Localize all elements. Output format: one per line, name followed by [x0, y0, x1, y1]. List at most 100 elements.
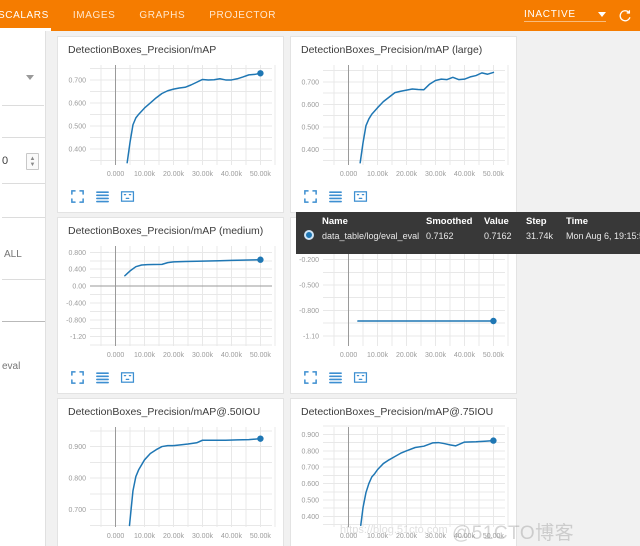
expand-chart-icon[interactable] — [70, 370, 85, 385]
horizontal-axis-divider — [2, 217, 45, 218]
chart-card-map-large[interactable]: DetectionBoxes_Precision/mAP (large) 0.7… — [290, 36, 517, 213]
svg-text:0.900: 0.900 — [301, 432, 319, 439]
expand-chart-icon[interactable] — [303, 370, 318, 385]
tooltip-cell-time: Mon Aug 6, 19:15:51 — [566, 231, 640, 241]
tooltip-series-marker — [296, 229, 322, 246]
tooltip-cell-smoothed: 0.7162 — [426, 231, 454, 241]
runs-all-label[interactable]: ALL — [4, 249, 22, 260]
svg-text:0.600: 0.600 — [301, 481, 319, 488]
tab-graphs-label: GRAPHS — [139, 10, 186, 21]
expand-chart-icon[interactable] — [303, 189, 318, 204]
svg-text:50.00k: 50.00k — [250, 171, 272, 178]
svg-text:40.00k: 40.00k — [221, 352, 243, 359]
tooltip-cell-value: 0.7162 — [484, 231, 512, 241]
svg-text:0.800: 0.800 — [68, 250, 86, 257]
svg-text:40.00k: 40.00k — [454, 352, 476, 359]
svg-text:10.00k: 10.00k — [367, 533, 389, 540]
chart-title: DetectionBoxes_Precision/mAP (large) — [301, 44, 483, 56]
svg-text:0.700: 0.700 — [68, 507, 86, 514]
tooltip-header-step: Step — [526, 216, 547, 227]
svg-text:0.500: 0.500 — [301, 124, 319, 131]
tab-graphs[interactable]: GRAPHS — [127, 0, 197, 31]
tooltip-table: Name Smoothed Value Step Time Relative d… — [296, 212, 640, 246]
chevron-down-icon — [598, 12, 606, 17]
tooltip-cell-step: 31.74k — [526, 231, 554, 241]
tooltip-data-row: data_table/log/eval_eval 0.7162 0.7162 3… — [296, 229, 640, 246]
svg-text:0.000: 0.000 — [107, 533, 125, 540]
run-state-dropdown[interactable]: INACTIVE — [524, 9, 606, 22]
fit-domain-icon[interactable] — [353, 370, 368, 385]
svg-text:0.000: 0.000 — [340, 171, 358, 178]
run-state-label: INACTIVE — [524, 9, 576, 20]
svg-text:30.00k: 30.00k — [425, 171, 447, 178]
svg-text:0.500: 0.500 — [301, 497, 319, 504]
chart-title: DetectionBoxes_Precision/mAP (medium) — [68, 225, 264, 237]
runs-filter-underline[interactable] — [2, 321, 45, 322]
expand-chart-icon[interactable] — [70, 189, 85, 204]
smoothing-value[interactable]: 0 — [2, 155, 8, 167]
svg-text:30.00k: 30.00k — [425, 533, 447, 540]
svg-text:0.00: 0.00 — [72, 284, 86, 291]
svg-text:0.400: 0.400 — [301, 147, 319, 154]
svg-text:40.00k: 40.00k — [221, 171, 243, 178]
smoothing-slider-rule[interactable] — [2, 183, 45, 184]
tab-scalars[interactable]: SCALARS — [0, 0, 61, 31]
fit-domain-icon[interactable] — [353, 189, 368, 204]
chart-plot[interactable]: 0.700 0.600 0.500 0.400 0.000 10.00k 20.00k 30.… — [58, 57, 285, 192]
chart-plot[interactable]: -0.200 -0.500 -0.800 -1.10 0.000 10.00k 20.00k… — [291, 238, 518, 373]
svg-text:20.00k: 20.00k — [163, 533, 185, 540]
chart-plot[interactable]: 0.900 0.800 0.700 0.000 10.00k 20.00k 30.00k 40… — [58, 419, 285, 546]
svg-text:0.500: 0.500 — [68, 123, 86, 130]
tab-images[interactable]: IMAGES — [61, 0, 128, 31]
svg-text:0.000: 0.000 — [107, 171, 125, 178]
chart-hover-tooltip: Name Smoothed Value Step Time Relative d… — [296, 212, 640, 254]
svg-text:0.600: 0.600 — [68, 100, 86, 107]
data-table-icon[interactable] — [328, 189, 343, 204]
left-sidebar: 0 ▲ ▼ ALL eval — [0, 31, 46, 546]
chart-toolbar — [303, 189, 368, 204]
svg-text:40.00k: 40.00k — [454, 171, 476, 178]
svg-text:0.400: 0.400 — [68, 267, 86, 274]
run-name-eval[interactable]: eval — [2, 361, 20, 372]
svg-text:10.00k: 10.00k — [134, 533, 156, 540]
tooltip-sorting-chevron-down-icon[interactable] — [26, 75, 34, 80]
tab-projector[interactable]: PROJECTOR — [197, 0, 288, 31]
chart-card-map-50iou[interactable]: DetectionBoxes_Precision/mAP@.50IOU 0.90… — [57, 398, 284, 546]
svg-text:30.00k: 30.00k — [425, 352, 447, 359]
tooltip-header-marker — [296, 212, 322, 229]
data-table-icon[interactable] — [95, 189, 110, 204]
chart-toolbar — [70, 370, 135, 385]
svg-text:40.00k: 40.00k — [454, 533, 476, 540]
chart-card-map[interactable]: DetectionBoxes_Precision/mAP 0.700 0.600 0… — [57, 36, 284, 213]
chart-plot[interactable]: 0.700 0.600 0.500 0.400 0.000 10.00k 20.00k 30.… — [291, 57, 518, 192]
fit-domain-icon[interactable] — [120, 370, 135, 385]
chart-card-map-medium[interactable]: DetectionBoxes_Precision/mAP (medium) 0.… — [57, 217, 284, 394]
svg-text:30.00k: 30.00k — [192, 352, 214, 359]
tooltip-header-row: Name Smoothed Value Step Time Relative — [296, 212, 640, 229]
svg-text:10.00k: 10.00k — [134, 171, 156, 178]
tooltip-cell-name: data_table/log/eval_eval — [322, 231, 420, 241]
svg-text:0.900: 0.900 — [68, 444, 86, 451]
series-dot-icon — [304, 230, 314, 240]
chart-plot[interactable]: 0.900 0.800 0.700 0.600 0.500 0.400 0.000 10.00… — [291, 419, 518, 546]
svg-text:0.400: 0.400 — [301, 514, 319, 521]
chart-card-map-75iou[interactable]: DetectionBoxes_Precision/mAP@.75IOU 0.90… — [290, 398, 517, 546]
runs-divider — [2, 279, 45, 280]
data-table-icon[interactable] — [95, 370, 110, 385]
data-table-icon[interactable] — [328, 370, 343, 385]
svg-text:20.00k: 20.00k — [163, 352, 185, 359]
tab-images-label: IMAGES — [72, 10, 116, 21]
chart-plot[interactable]: 0.800 0.400 0.00 -0.400 -0.800 -1.20 0.000 10.0… — [58, 238, 285, 373]
refresh-button[interactable] — [614, 5, 636, 27]
svg-text:20.00k: 20.00k — [396, 352, 418, 359]
svg-text:0.000: 0.000 — [340, 533, 358, 540]
fit-domain-icon[interactable] — [120, 189, 135, 204]
svg-text:50.00k: 50.00k — [483, 171, 505, 178]
svg-text:-0.200: -0.200 — [299, 257, 319, 264]
tooltip-header-name: Name — [322, 216, 348, 227]
svg-text:50.00k: 50.00k — [250, 352, 272, 359]
scalars-chart-grid: DetectionBoxes_Precision/mAP 0.700 0.600 0… — [47, 31, 640, 546]
smoothing-stepper[interactable]: ▲ ▼ — [26, 153, 39, 170]
chart-title: DetectionBoxes_Precision/mAP@.50IOU — [68, 406, 261, 418]
svg-text:-0.500: -0.500 — [299, 282, 319, 289]
